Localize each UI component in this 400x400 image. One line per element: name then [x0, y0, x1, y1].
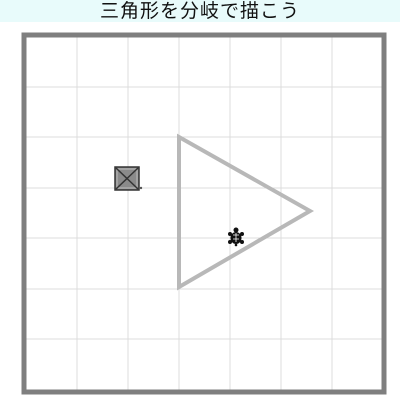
stage-frame — [21, 32, 387, 395]
title-bar: 三角形を分岐で描こう — [0, 0, 400, 22]
grid — [26, 37, 383, 391]
crossed-box-icon[interactable] — [114, 166, 143, 191]
canvas — [21, 32, 387, 395]
page-title: 三角形を分岐で描こう — [99, 0, 300, 22]
triangle-path — [177, 133, 315, 291]
drawing-stage[interactable] — [0, 22, 400, 400]
